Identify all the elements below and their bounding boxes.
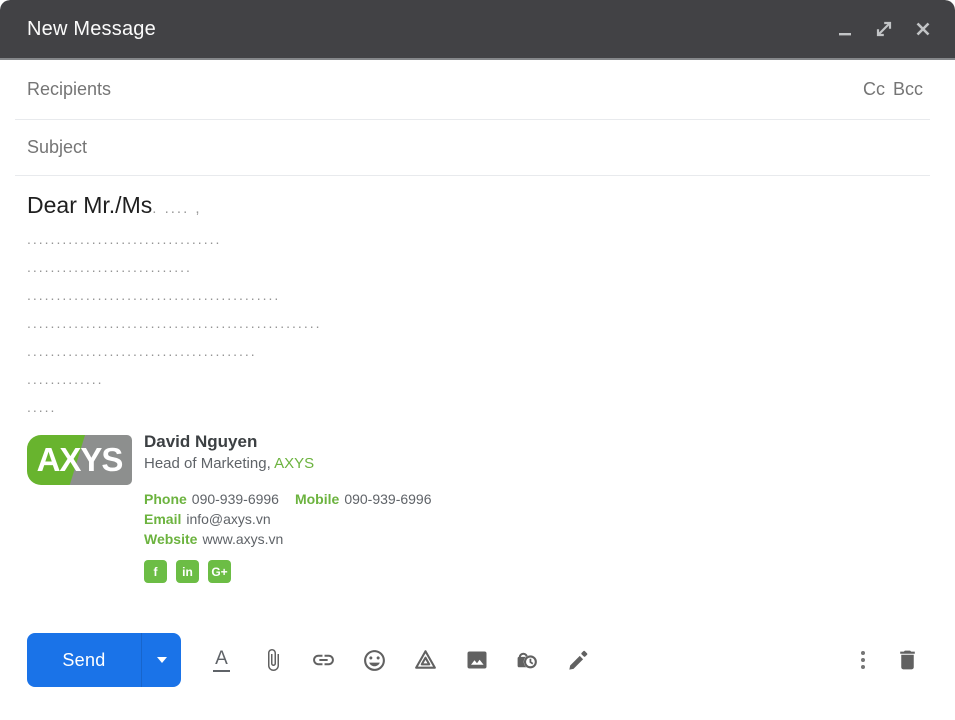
insert-emoji-icon[interactable] (362, 647, 387, 673)
subject-field[interactable]: Subject (0, 120, 955, 175)
insert-from-drive-icon[interactable] (413, 647, 438, 673)
greeting-text: Dear Mr./Ms (27, 192, 152, 218)
underlined-a-glyph: A (213, 649, 230, 672)
linkedin-icon[interactable]: in (176, 560, 199, 583)
dotted-line: ............................ (27, 253, 925, 281)
mobile-label: Mobile (295, 491, 339, 507)
dotted-line: ..... (27, 393, 925, 421)
attach-files-icon[interactable] (260, 647, 285, 673)
cc-bcc-group: Cc Bcc (855, 79, 923, 100)
recipients-placeholder: Recipients (27, 79, 111, 100)
discard-draft-icon[interactable] (895, 647, 920, 673)
greeting-line: Dear Mr./Ms. .... , (27, 189, 925, 225)
cc-button[interactable]: Cc (863, 79, 885, 100)
email-label: Email (144, 511, 181, 527)
social-icons: f in G+ (144, 560, 432, 583)
job-title-text: Head of Marketing, (144, 455, 271, 472)
confidential-mode-icon[interactable] (515, 647, 540, 673)
phone-value: 090-939-6996 (192, 491, 279, 507)
signature-job-title: Head of Marketing, AXYS (144, 453, 432, 475)
website-label: Website (144, 531, 197, 547)
phone-line: Phone 090-939-6996 Mobile 090-939-6996 (144, 489, 432, 509)
signature-name: David Nguyen (144, 431, 432, 453)
window-title: New Message (27, 18, 156, 41)
axys-logo-text: AXYS (37, 441, 123, 479)
website-value: www.axys.vn (202, 531, 283, 547)
mobile-value: 090-939-6996 (344, 491, 431, 507)
email-value: info@axys.vn (186, 511, 270, 527)
insert-link-icon[interactable] (311, 647, 336, 673)
dotted-line: ....................................... (27, 337, 925, 365)
dotted-line: ............. (27, 365, 925, 393)
minimize-icon[interactable] (833, 17, 857, 41)
send-button[interactable]: Send (27, 633, 141, 687)
more-options-icon[interactable] (850, 647, 875, 673)
close-icon[interactable] (911, 17, 935, 41)
company-name: AXYS (274, 455, 314, 472)
formatting-options-icon[interactable]: A (209, 647, 234, 673)
dotted-line: ................................. (27, 225, 925, 253)
recipients-field[interactable]: Recipients Cc Bcc (0, 60, 955, 119)
phone-label: Phone (144, 491, 187, 507)
facebook-icon[interactable]: f (144, 560, 167, 583)
window-controls (818, 17, 935, 41)
dotted-line: ........................................… (27, 281, 925, 309)
googleplus-icon[interactable]: G+ (208, 560, 231, 583)
dotted-line: ........................................… (27, 309, 925, 337)
signature-contacts: Phone 090-939-6996 Mobile 090-939-6996 Emai… (144, 489, 432, 549)
expand-icon[interactable] (872, 17, 896, 41)
compose-header[interactable]: New Message (0, 0, 955, 60)
subject-placeholder: Subject (27, 137, 87, 158)
send-options-button[interactable] (141, 633, 181, 687)
axys-logo: AXYS (27, 435, 132, 485)
email-line: Email info@axys.vn (144, 509, 432, 529)
send-button-group: Send (27, 633, 181, 687)
greeting-dots: . .... , (152, 200, 201, 217)
message-body[interactable]: Dear Mr./Ms. .... , ....................… (0, 176, 955, 583)
website-line: Website www.axys.vn (144, 529, 432, 549)
insert-photo-icon[interactable] (464, 647, 489, 673)
formatting-toolbar: A (196, 647, 604, 673)
compose-window: New Message Recipients Cc Bc (0, 0, 955, 720)
send-dropdown-arrow-icon (157, 657, 167, 663)
signature-details: David Nguyen Head of Marketing, AXYS Pho… (144, 431, 432, 583)
compose-toolbar: Send A (0, 633, 955, 687)
email-signature: AXYS David Nguyen Head of Marketing, AXY… (27, 431, 925, 583)
bcc-button[interactable]: Bcc (893, 79, 923, 100)
insert-signature-icon[interactable] (566, 647, 591, 673)
